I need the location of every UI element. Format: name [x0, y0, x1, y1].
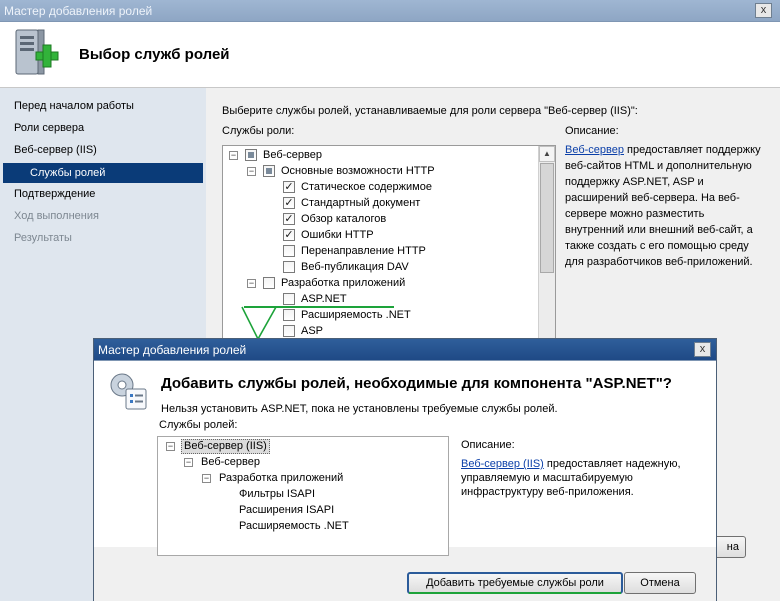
web-server-link[interactable]: Веб-сервер: [565, 144, 624, 156]
collapse-icon[interactable]: −: [184, 458, 193, 467]
collapse-icon[interactable]: −: [202, 474, 211, 483]
server-add-icon: [15, 29, 59, 75]
tree-item-label: Расширяемость .NET: [239, 520, 349, 532]
tree-item-label: Разработка приложений: [219, 472, 344, 484]
role-services-label: Службы роли:: [222, 125, 295, 137]
tree-item-label: Веб-сервер (IIS): [181, 439, 270, 454]
checkbox-http-redirection[interactable]: [283, 245, 295, 257]
add-required-services-button[interactable]: Добавить требуемые службы роли: [407, 572, 623, 594]
tree-item-label: ASP: [301, 325, 324, 337]
collapse-icon[interactable]: −: [247, 167, 256, 176]
tree-item-label: Веб-сервер: [263, 149, 322, 161]
description-label: Описание:: [565, 125, 619, 137]
settings-wizard-icon: [110, 373, 147, 410]
collapse-icon[interactable]: −: [229, 151, 238, 160]
dialog-subtitle: Нельзя установить ASP.NET, пока не устан…: [161, 403, 558, 415]
dialog-description-label: Описание:: [461, 439, 515, 451]
dialog-body: Добавить службы ролей, необходимые для к…: [94, 361, 716, 601]
checkbox-static-content[interactable]: ✓: [283, 181, 295, 193]
tree-item-label: Перенаправление HTTP: [301, 245, 426, 257]
checkbox-webdav-publishing[interactable]: [283, 261, 295, 273]
checkbox-web-server[interactable]: [245, 149, 257, 161]
required-services-tree[interactable]: − Веб-сервер (IIS) − Веб-сервер − Разраб…: [157, 436, 449, 556]
role-description: Веб-сервер предоставляет поддержку веб-с…: [565, 142, 765, 270]
nav-item-web-server-iis[interactable]: Веб-сервер (IIS): [14, 144, 97, 156]
role-description-text: предоставляет поддержку веб-сайтов HTML …: [565, 144, 761, 268]
checkbox-http-errors[interactable]: ✓: [283, 229, 295, 241]
wizard-titlebar: Мастер добавления ролей: [0, 0, 780, 22]
checkbox-asp-net[interactable]: [283, 293, 295, 305]
nav-item-role-services[interactable]: Службы ролей: [3, 163, 203, 183]
checkbox-asp[interactable]: [283, 325, 295, 337]
tree-item-label: Фильтры ISAPI: [239, 488, 316, 500]
tree-item-label: Основные возможности HTTP: [281, 165, 435, 177]
tree-item-label: Расширения ISAPI: [239, 504, 335, 516]
tree-item-label: Статическое содержимое: [301, 181, 432, 193]
nav-item-before-you-begin[interactable]: Перед началом работы: [14, 100, 134, 112]
dialog-heading: Добавить службы ролей, необходимые для к…: [161, 375, 672, 392]
tree-scrollbar[interactable]: ▲: [538, 146, 555, 344]
collapse-icon[interactable]: −: [247, 279, 256, 288]
dialog-titlebar: Мастер добавления ролей: [94, 339, 716, 361]
dialog-services-label: Службы ролей:: [159, 419, 238, 431]
wizard-close-button[interactable]: x: [755, 3, 772, 18]
wizard-header: Выбор служб ролей: [0, 22, 780, 88]
scrollbar-thumb[interactable]: [540, 163, 554, 273]
tree-item-label: Расширяемость .NET: [301, 309, 411, 321]
nav-item-confirmation[interactable]: Подтверждение: [14, 188, 95, 200]
tree-item-label: Веб-публикация DAV: [301, 261, 409, 273]
checkbox-default-document[interactable]: ✓: [283, 197, 295, 209]
tree-item-label: Обзор каталогов: [301, 213, 387, 225]
web-server-iis-link[interactable]: Веб-сервер (IIS): [461, 458, 544, 470]
tree-item-label: Ошибки HTTP: [301, 229, 374, 241]
tree-item-label: Разработка приложений: [281, 277, 406, 289]
tree-item-label: Веб-сервер: [201, 456, 260, 468]
cancel-button-label: Отмена: [640, 577, 680, 589]
collapse-icon[interactable]: −: [166, 442, 175, 451]
wizard-title: Мастер добавления ролей: [4, 4, 153, 18]
annotation-arrow-icon: [241, 306, 277, 341]
page-title: Выбор служб ролей: [79, 46, 230, 63]
checkbox-http-features[interactable]: [263, 165, 275, 177]
nav-item-server-roles[interactable]: Роли сервера: [14, 122, 84, 134]
scroll-up-icon[interactable]: ▲: [539, 146, 555, 162]
cancel-button[interactable]: Отмена: [624, 572, 696, 594]
add-role-services-dialog: Мастер добавления ролей x Добавить служб…: [93, 338, 717, 601]
checkbox-net-extensibility[interactable]: [283, 309, 295, 321]
checkbox-directory-browsing[interactable]: ✓: [283, 213, 295, 225]
dialog-title: Мастер добавления ролей: [98, 343, 247, 357]
tree-item-label: Стандартный документ: [301, 197, 421, 209]
tree-item-label: ASP.NET: [301, 293, 347, 305]
annotation-button-underline: [409, 592, 621, 594]
dialog-description: Веб-сервер (IIS) предоставляет надежную,…: [461, 457, 693, 499]
nav-item-results: Результаты: [14, 232, 72, 244]
nav-item-progress: Ход выполнения: [14, 210, 99, 222]
instruction-text: Выберите службы ролей, устанавливаемые д…: [222, 105, 638, 117]
dialog-close-button[interactable]: x: [694, 342, 711, 357]
partial-button-label: на: [726, 541, 739, 553]
checkbox-app-development[interactable]: [263, 277, 275, 289]
add-button-label: Добавить требуемые службы роли: [426, 577, 604, 589]
